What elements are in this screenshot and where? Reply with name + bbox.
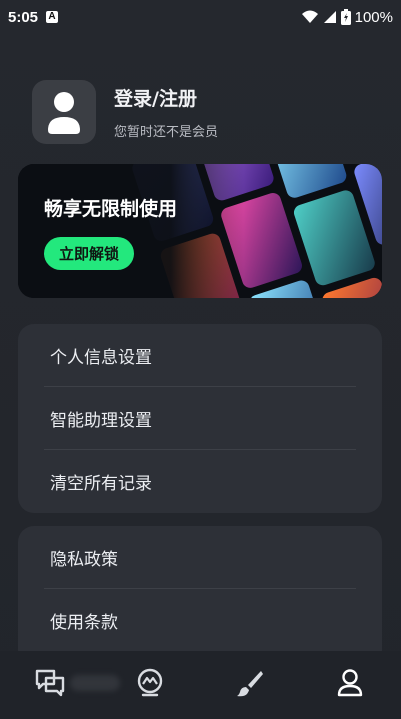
wifi-icon xyxy=(301,10,318,23)
menu-item-assistant-settings[interactable]: 智能助理设置 xyxy=(18,387,382,450)
status-time: 5:05 xyxy=(8,8,39,26)
default-user-icon xyxy=(48,92,80,134)
battery-percent: 100% xyxy=(354,8,393,26)
battery-icon xyxy=(340,9,351,25)
menu-item-clear-records[interactable]: 清空所有记录 xyxy=(18,450,382,513)
signal-icon xyxy=(323,11,336,23)
membership-status: 您暂时还不是会员 xyxy=(114,125,219,140)
chat-icon xyxy=(35,669,65,697)
legal-card: 隐私政策 使用条款 xyxy=(18,526,382,666)
status-bar-left: 5:05 A xyxy=(8,8,59,26)
user-icon xyxy=(337,669,363,697)
banner-artwork xyxy=(18,164,382,298)
avatar[interactable] xyxy=(32,80,96,144)
menu-item-terms-of-use[interactable]: 使用条款 xyxy=(18,589,382,652)
nav-me[interactable] xyxy=(332,665,368,701)
ai-avatar-icon xyxy=(137,668,163,697)
menu-item-personal-info[interactable]: 个人信息设置 xyxy=(18,324,382,387)
profile-text: 登录/注册 您暂时还不是会员 xyxy=(114,84,218,140)
nav-blurred-label xyxy=(70,675,120,691)
banner-title: 畅享无限制使用 xyxy=(44,198,178,220)
status-bar: 5:05 A 100% xyxy=(0,0,401,34)
menu-item-label: 使用条款 xyxy=(50,613,118,633)
unlock-now-button[interactable]: 立即解锁 xyxy=(44,237,134,270)
brush-icon xyxy=(237,671,263,697)
menu-item-privacy-policy[interactable]: 隐私政策 xyxy=(18,526,382,589)
menu-item-label: 隐私政策 xyxy=(50,550,118,570)
settings-card: 个人信息设置 智能助理设置 清空所有记录 xyxy=(18,324,382,513)
profile-header[interactable]: 登录/注册 您暂时还不是会员 xyxy=(32,80,218,144)
nav-ai[interactable] xyxy=(132,665,168,701)
menu-item-label: 清空所有记录 xyxy=(50,474,152,494)
menu-item-label: 智能助理设置 xyxy=(50,411,152,431)
nav-chat[interactable] xyxy=(32,665,68,701)
status-bar-right: 100% xyxy=(301,9,393,26)
login-register-title[interactable]: 登录/注册 xyxy=(114,84,218,111)
nav-draw[interactable] xyxy=(232,665,268,701)
notification-a-icon: A xyxy=(46,11,59,23)
membership-banner[interactable]: 畅享无限制使用 立即解锁 xyxy=(18,164,382,298)
profile-screen: 5:05 A 100% 登录/注册 您暂时还不是会员 畅享无限制使用 立即解锁 … xyxy=(0,0,401,719)
menu-item-label: 个人信息设置 xyxy=(50,348,152,368)
bottom-navigation xyxy=(0,651,401,719)
